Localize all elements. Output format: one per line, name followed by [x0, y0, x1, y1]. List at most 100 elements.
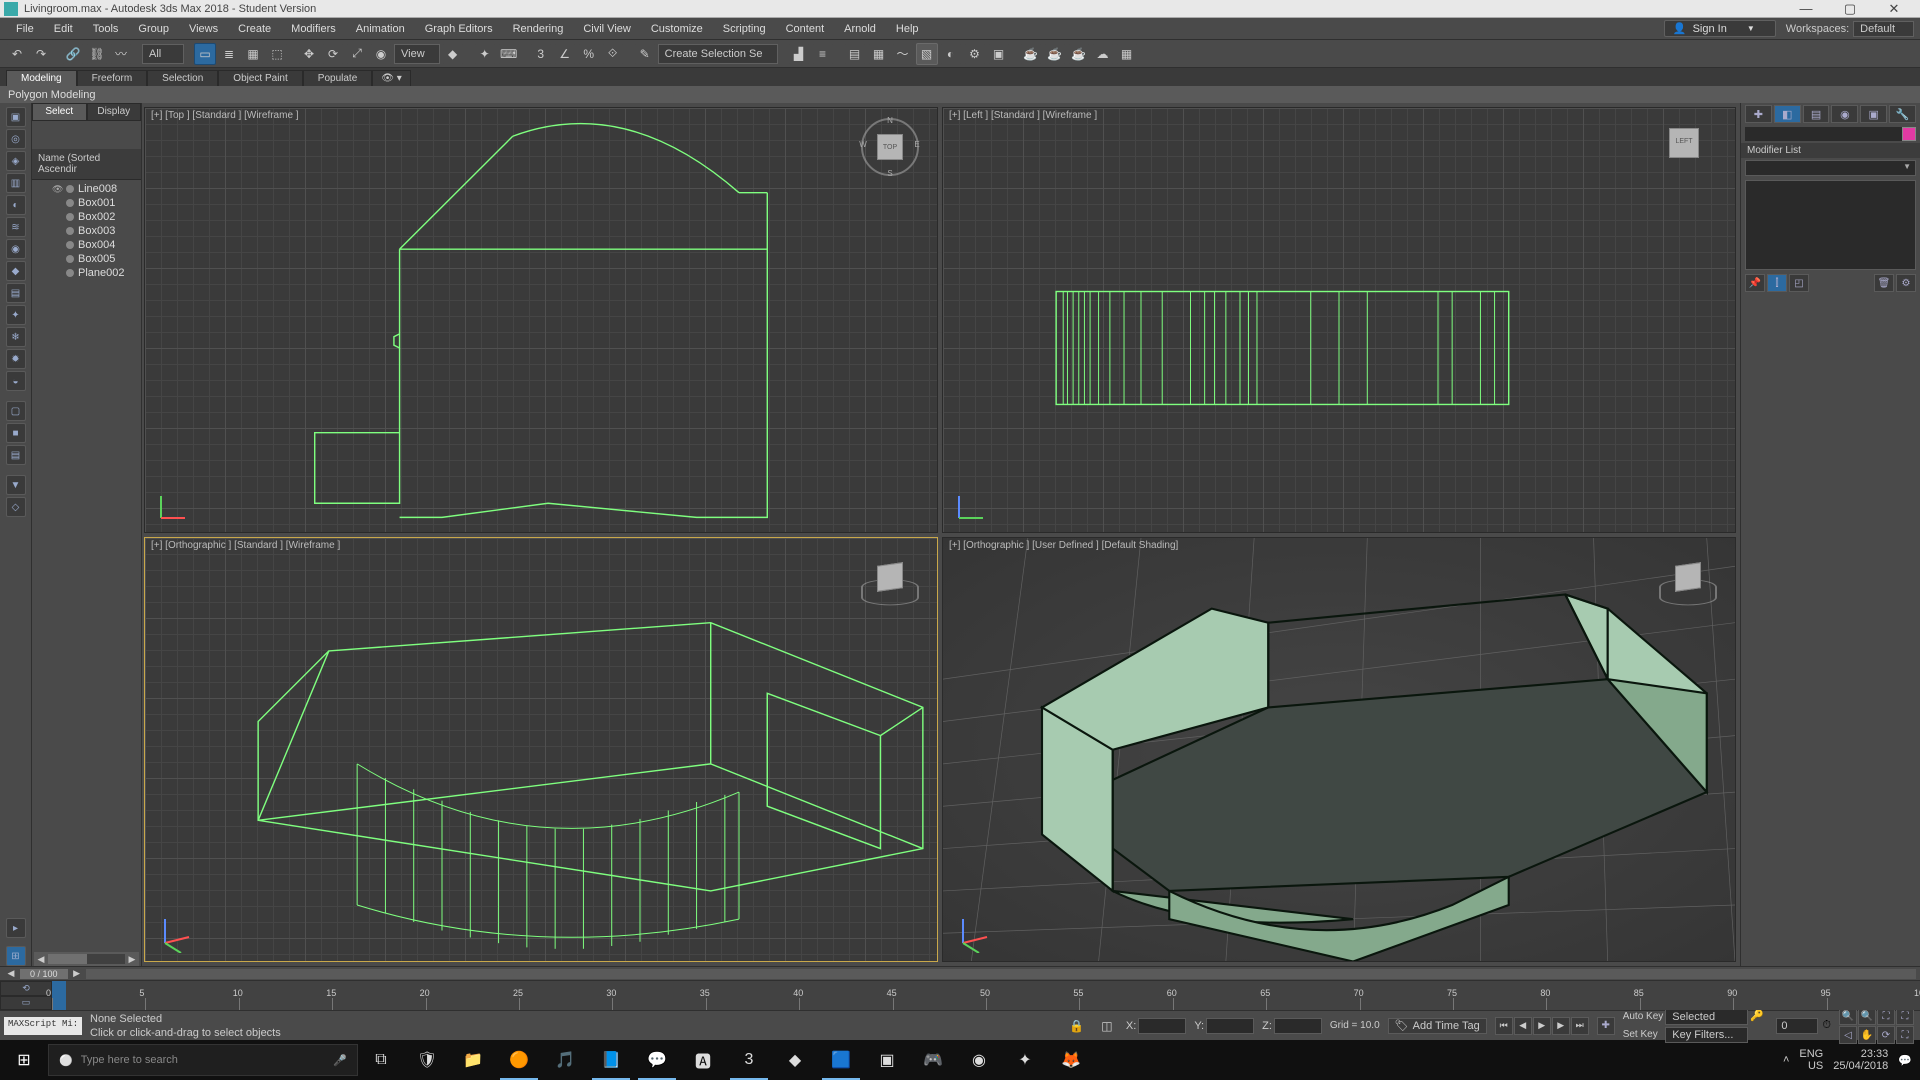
se-icon-2[interactable]: ◎: [6, 129, 26, 149]
se-icon-11[interactable]: ❄: [6, 327, 26, 347]
visibility-icon[interactable]: 👁: [52, 184, 62, 195]
schematic-view-button[interactable]: ▧: [916, 43, 938, 65]
viewport-label[interactable]: [+] [Left ] [Standard ] [Wireframe ]: [949, 110, 1097, 121]
task-view-button[interactable]: ⧉: [358, 1040, 404, 1080]
taskbar-app-3dsmax[interactable]: 3: [726, 1040, 772, 1080]
isolate-button[interactable]: ◫: [1096, 1015, 1118, 1037]
render-gallery-button[interactable]: ▦: [1116, 43, 1138, 65]
menu-file[interactable]: File: [6, 21, 44, 37]
goto-start-button[interactable]: ⏮: [1495, 1017, 1513, 1035]
coord-x-field[interactable]: [1138, 1018, 1186, 1034]
current-frame-field[interactable]: 0: [1776, 1018, 1818, 1034]
unlink-button[interactable]: ⛓: [86, 43, 108, 65]
menu-create[interactable]: Create: [228, 21, 281, 37]
select-object-button[interactable]: ▭: [194, 43, 216, 65]
select-name-button[interactable]: ≣: [218, 43, 240, 65]
menu-tools[interactable]: Tools: [83, 21, 129, 37]
viewcube[interactable]: [861, 548, 919, 606]
list-item[interactable]: Box004: [32, 238, 141, 252]
time-prev-button[interactable]: ◀: [4, 968, 18, 979]
curve-editor-button[interactable]: 〜: [892, 43, 914, 65]
angle-snap-button[interactable]: ∠: [554, 43, 576, 65]
se-icon-1[interactable]: ▣: [6, 107, 26, 127]
viewcube[interactable]: TOP NSEW: [861, 118, 919, 176]
play-button[interactable]: ▶: [1533, 1017, 1551, 1035]
freeze-icon[interactable]: [66, 227, 74, 235]
render-iter-button[interactable]: ☕: [1044, 43, 1066, 65]
taskbar-app-8[interactable]: ✦: [1002, 1040, 1048, 1080]
menu-rendering[interactable]: Rendering: [503, 21, 574, 37]
se-icon-15[interactable]: ■: [6, 423, 26, 443]
taskbar-app-unity[interactable]: ◆: [772, 1040, 818, 1080]
viewport-top[interactable]: [+] [Top ] [Standard ] [Wireframe ] TOP …: [144, 107, 938, 533]
menu-help[interactable]: Help: [886, 21, 929, 37]
system-tray[interactable]: ˄ ENG US 23:33 25/04/2018 💬: [1775, 1048, 1920, 1072]
key-big-button[interactable]: 🔑: [1750, 1009, 1768, 1025]
modifier-list-dropdown[interactable]: [1745, 160, 1916, 176]
object-color-swatch[interactable]: [1902, 127, 1916, 141]
maxscript-listener[interactable]: MAXScript Mi:: [4, 1017, 82, 1035]
cmdtab-create[interactable]: ✚: [1745, 105, 1772, 123]
keymode-select[interactable]: Selected: [1665, 1009, 1748, 1025]
se-icon-3[interactable]: ◈: [6, 151, 26, 171]
freeze-icon[interactable]: [66, 185, 74, 193]
lock-selection-button[interactable]: 🔒: [1066, 1015, 1088, 1037]
cmdtab-display[interactable]: ▣: [1860, 105, 1887, 123]
link-button[interactable]: 🔗: [62, 43, 84, 65]
scroll-right-icon[interactable]: ▶: [125, 954, 139, 965]
maximize-button[interactable]: ▢: [1828, 0, 1872, 18]
move-button[interactable]: ✥: [298, 43, 320, 65]
se-icon-5[interactable]: ◐: [6, 195, 26, 215]
se-expand-button[interactable]: ▸: [6, 918, 26, 938]
se-icon-8[interactable]: ◆: [6, 261, 26, 281]
se-icon-13[interactable]: ◒: [6, 371, 26, 391]
se-icon-9[interactable]: ▤: [6, 283, 26, 303]
maximize-viewport-button[interactable]: ⛶: [1896, 1026, 1914, 1044]
prev-frame-button[interactable]: ◀: [1514, 1017, 1532, 1035]
ribbon-tab-populate[interactable]: Populate: [303, 70, 372, 86]
viewport-label[interactable]: [+] [Orthographic ] [User Defined ] [Def…: [949, 540, 1178, 551]
cmdtab-motion[interactable]: ◉: [1831, 105, 1858, 123]
ribbon-tab-modeling[interactable]: Modeling: [6, 70, 77, 86]
scene-scrollbar[interactable]: ◀ ▶: [34, 952, 139, 966]
remove-mod-button[interactable]: 🗑: [1874, 274, 1894, 292]
material-editor-button[interactable]: ◐: [940, 43, 962, 65]
align-button[interactable]: ≡: [812, 43, 834, 65]
selection-filter[interactable]: All: [142, 44, 184, 64]
se-icon-14[interactable]: ▢: [6, 401, 26, 421]
taskbar-app-6[interactable]: 🟦: [818, 1040, 864, 1080]
close-button[interactable]: ✕: [1872, 0, 1916, 18]
list-item[interactable]: Box002: [32, 210, 141, 224]
cmdtab-utilities[interactable]: 🔧: [1889, 105, 1916, 123]
freeze-icon[interactable]: [66, 199, 74, 207]
taskbar-app-7[interactable]: ▣: [864, 1040, 910, 1080]
time-slider[interactable]: ◀ 0 / 100 ▶: [0, 966, 1920, 980]
viewcube[interactable]: [1659, 548, 1717, 606]
ribbon-tab-objectpaint[interactable]: Object Paint: [218, 70, 302, 86]
se-icon-17[interactable]: ▼: [6, 475, 26, 495]
se-icon-12[interactable]: ✹: [6, 349, 26, 369]
time-next-button[interactable]: ▶: [70, 968, 84, 979]
fov-button[interactable]: ◁: [1839, 1026, 1857, 1044]
scale-button[interactable]: ⤢: [346, 43, 368, 65]
setkey-label[interactable]: Set Key: [1623, 1029, 1664, 1040]
se-icon-10[interactable]: ✦: [6, 305, 26, 325]
ribbon-tab-selection[interactable]: Selection: [147, 70, 218, 86]
viewport-persp[interactable]: [+] [Orthographic ] [User Defined ] [Def…: [942, 537, 1736, 963]
rotate-button[interactable]: ⟳: [322, 43, 344, 65]
menu-civilview[interactable]: Civil View: [573, 21, 640, 37]
keyfilters-button[interactable]: Key Filters...: [1665, 1027, 1748, 1043]
minimize-button[interactable]: —: [1784, 0, 1828, 18]
cmdtab-modify[interactable]: ◧: [1774, 105, 1801, 123]
notifications-icon[interactable]: 💬: [1898, 1054, 1912, 1067]
taskbar-app-9[interactable]: 🦊: [1048, 1040, 1094, 1080]
ref-coord-select[interactable]: View: [394, 44, 440, 64]
taskbar-app-itunes[interactable]: 🎵: [542, 1040, 588, 1080]
render-active-button[interactable]: ☕: [1068, 43, 1090, 65]
key-mode-button[interactable]: ✚: [1597, 1017, 1615, 1035]
taskbar-app-2[interactable]: 📁: [450, 1040, 496, 1080]
bind-button[interactable]: 〰: [110, 43, 132, 65]
viewcube[interactable]: LEFT: [1659, 118, 1717, 176]
keyboard-shortcut-button[interactable]: ⌨: [498, 43, 520, 65]
menu-modifiers[interactable]: Modifiers: [281, 21, 346, 37]
